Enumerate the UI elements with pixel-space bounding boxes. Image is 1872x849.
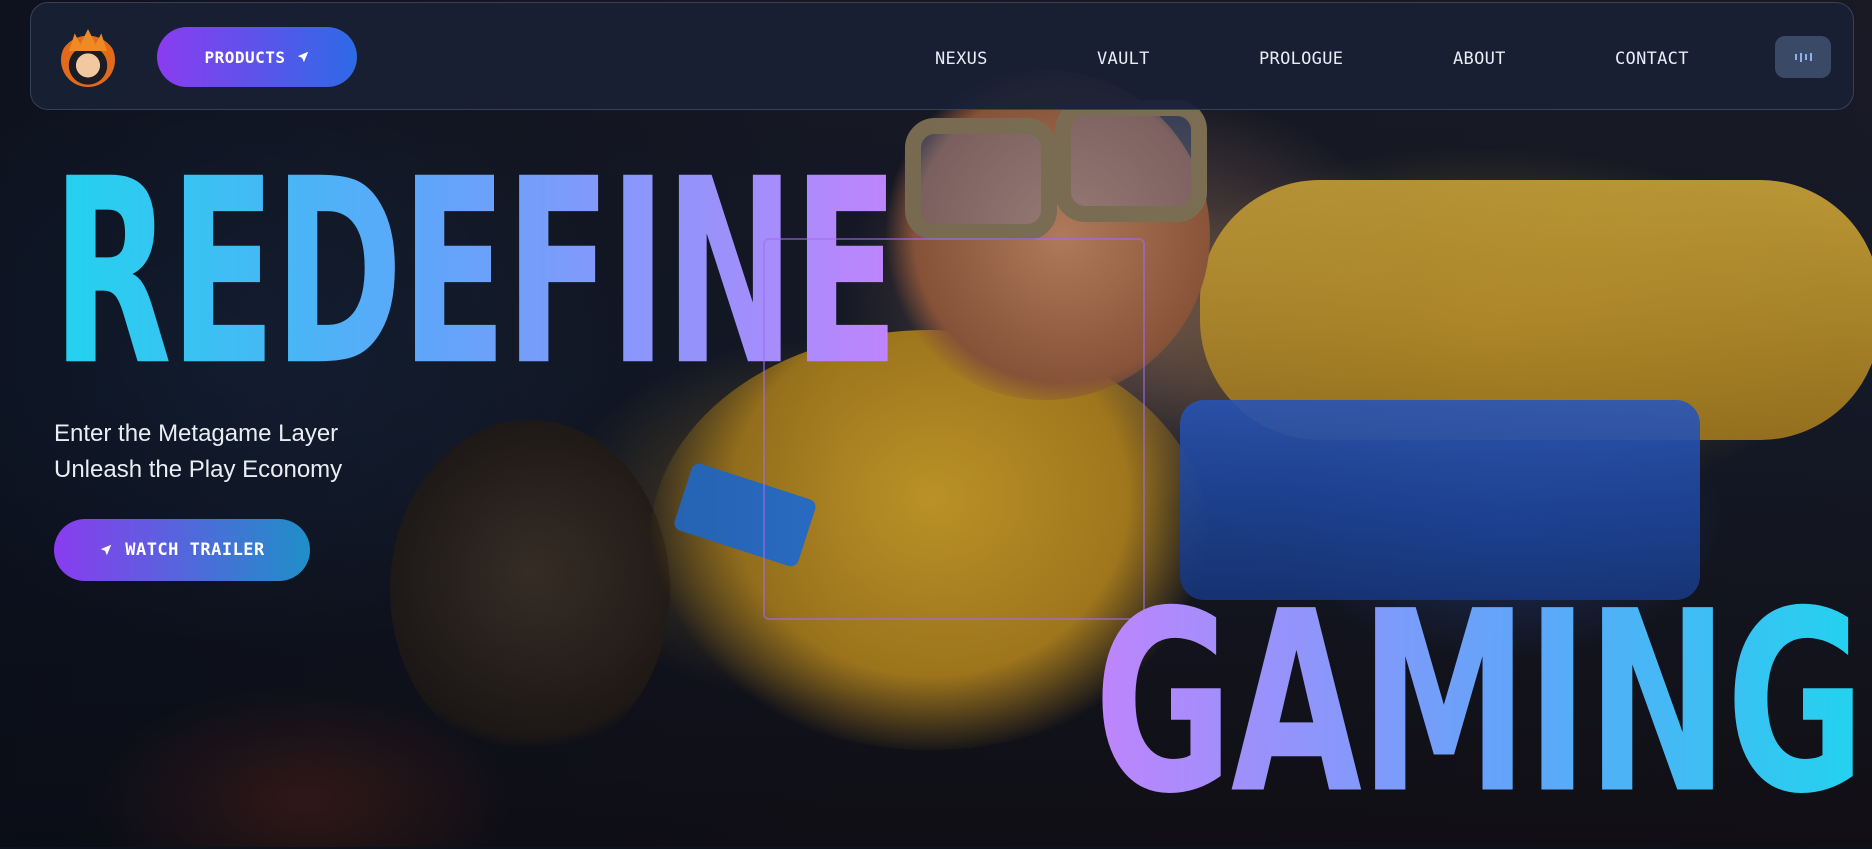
products-label: PRODUCTS [204, 47, 286, 67]
audio-bars-icon [1804, 54, 1807, 60]
audio-toggle-button[interactable] [1775, 36, 1831, 78]
top-navbar: PRODUCTS NEXUS VAULT PROLOGUE ABOUT CONT… [30, 2, 1854, 110]
hero-frame-outline [763, 238, 1145, 620]
headline-gaming: GAMING [1094, 557, 1865, 849]
nav-link-vault[interactable]: VAULT [1097, 49, 1150, 69]
send-arrow-icon [297, 51, 308, 63]
nav-link-prologue[interactable]: PROLOGUE [1259, 49, 1343, 69]
audio-bars-icon [1794, 54, 1797, 60]
watch-trailer-button[interactable]: WATCH TRAILER [54, 519, 310, 581]
nav-link-contact[interactable]: CONTACT [1615, 49, 1689, 69]
send-arrow-icon [100, 544, 112, 556]
nav-link-nexus[interactable]: NEXUS [935, 49, 988, 69]
nav-link-about[interactable]: ABOUT [1453, 49, 1506, 69]
hero-tagline-line2: Unleash the Play Economy [54, 456, 343, 483]
audio-bars-icon [1809, 53, 1812, 61]
ninja-avatar-logo-icon[interactable] [61, 33, 115, 87]
audio-bars-icon [1799, 52, 1802, 62]
products-button[interactable]: PRODUCTS [157, 27, 357, 87]
hero-tagline-line1: Enter the Metagame Layer [54, 420, 339, 447]
watch-trailer-label: WATCH TRAILER [125, 540, 265, 560]
